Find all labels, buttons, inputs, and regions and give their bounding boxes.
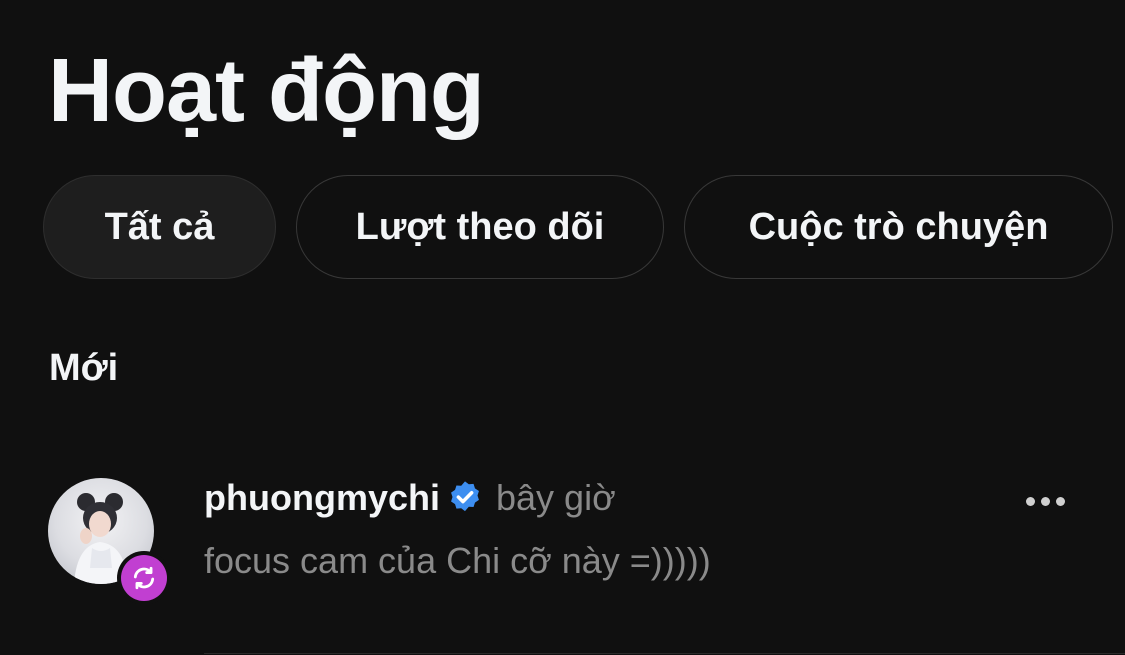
more-options-button[interactable] <box>1018 482 1072 520</box>
username[interactable]: phuongmychi <box>204 477 440 519</box>
tab-all[interactable]: Tất cả <box>43 175 276 279</box>
page-title: Hoạt động <box>48 41 485 141</box>
divider <box>204 653 1125 654</box>
section-heading-new: Mới <box>49 347 119 389</box>
repost-badge <box>117 551 171 605</box>
activity-item[interactable]: phuongmychi bây giờ focus cam của Chi cỡ… <box>0 460 1125 655</box>
more-dot-icon <box>1040 496 1050 506</box>
avatar-container[interactable] <box>48 478 171 605</box>
activity-content: phuongmychi bây giờ focus cam của Chi cỡ… <box>204 474 711 582</box>
tab-conversations[interactable]: Cuộc trò chuyện <box>684 175 1113 279</box>
more-dot-icon <box>1055 496 1065 506</box>
activity-headline: phuongmychi bây giờ <box>204 474 711 522</box>
post-snippet[interactable]: focus cam của Chi cỡ này =))))) <box>204 540 711 582</box>
verified-badge-icon <box>451 481 479 512</box>
tab-follows[interactable]: Lượt theo dõi <box>296 175 664 279</box>
more-dot-icon <box>1025 496 1035 506</box>
timestamp: bây giờ <box>496 477 616 518</box>
repost-icon <box>133 566 155 590</box>
